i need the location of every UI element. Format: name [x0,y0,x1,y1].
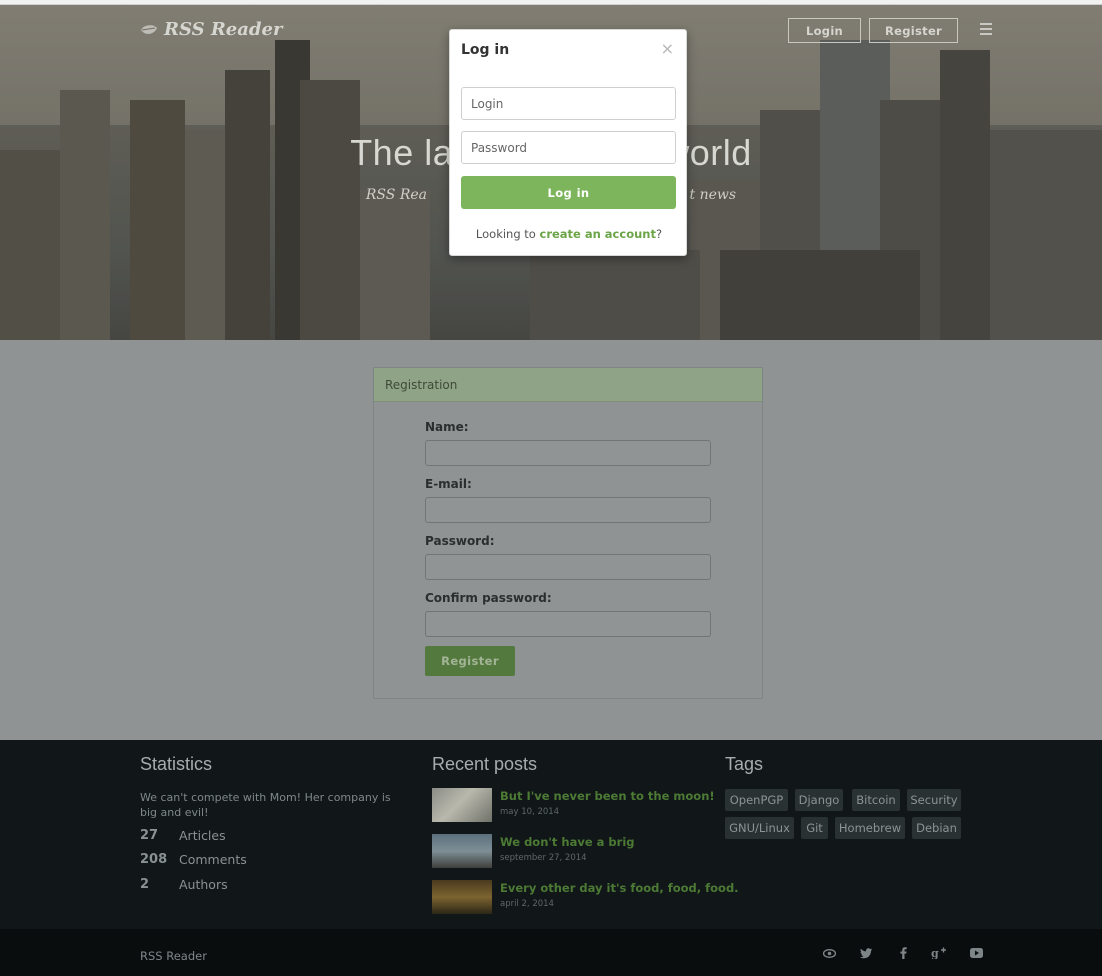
create-account-prompt: Looking to create an account? [450,227,688,241]
prompt-prefix: Looking to [475,227,540,241]
bottom-brand: RSS Reader [140,949,207,963]
tag[interactable]: Django [795,789,843,811]
create-account-link[interactable]: create an account [540,227,656,241]
bottom-bar: RSS Reader g [0,929,1102,976]
google-plus-icon[interactable]: g [931,946,947,960]
submit-register-button[interactable]: Register [425,646,515,676]
stat-label: Comments [179,852,247,867]
post-item[interactable]: We don't have a brig september 27, 2014 [432,834,635,868]
svg-text:g: g [931,947,939,959]
register-button[interactable]: Register [869,18,958,43]
stat-articles: 27 Articles [140,828,226,843]
stat-value: 27 [140,828,159,843]
post-date: may 10, 2014 [500,807,560,817]
prompt-suffix: ? [655,227,663,241]
stat-label: Articles [179,828,226,843]
leaf-icon [141,24,157,34]
post-item[interactable]: Every other day it's food, food, food. a… [432,880,739,914]
close-icon[interactable]: × [661,39,674,58]
stat-comments: 208 Comments [140,852,247,867]
facebook-icon[interactable] [895,946,911,960]
stat-authors: 2 Authors [140,877,228,892]
name-field[interactable] [425,440,711,466]
stat-value: 208 [140,852,168,867]
name-label: Name: [425,420,469,434]
stat-value: 2 [140,877,150,892]
tag[interactable]: Bitcoin [852,789,900,811]
brand-name: RSS Reader [164,19,283,40]
confirm-password-label: Confirm password: [425,591,552,605]
tag[interactable]: OpenPGP [725,789,788,811]
email-label: E-mail: [425,477,472,491]
brand-logo[interactable]: RSS Reader [140,19,282,40]
post-item[interactable]: But I've never been to the moon! may 10,… [432,788,715,822]
statistics-text: We can't compete with Mom! Her company i… [140,791,391,819]
tag[interactable]: GNU/Linux [725,817,794,839]
post-thumbnail[interactable] [432,834,492,868]
tag[interactable]: Homebrew [835,817,905,839]
hamburger-menu-icon[interactable] [980,23,992,35]
confirm-password-field[interactable] [425,611,711,637]
eye-icon[interactable] [821,946,837,960]
modal-login-button[interactable]: Log in [461,176,676,209]
login-button[interactable]: Login [788,18,861,43]
login-modal: Log in × Log in Looking to create an acc… [449,29,687,256]
post-thumbnail[interactable] [432,880,492,914]
twitter-icon[interactable] [858,946,874,960]
tag[interactable]: Security [907,789,961,811]
registration-title: Registration [374,368,762,402]
youtube-icon[interactable] [968,946,984,960]
email-field[interactable] [425,497,711,523]
modal-title: Log in [461,42,510,58]
post-title[interactable]: We don't have a brig [500,835,635,849]
post-title[interactable]: But I've never been to the moon! [500,789,715,803]
password-label: Password: [425,534,495,548]
login-input[interactable] [461,87,676,120]
recent-posts-title: Recent posts [432,754,538,774]
password-input[interactable] [461,131,676,164]
post-date: april 2, 2014 [500,899,554,909]
tag[interactable]: Debian [912,817,961,839]
tag[interactable]: Git [801,817,828,839]
post-thumbnail[interactable] [432,788,492,822]
password-field[interactable] [425,554,711,580]
post-title[interactable]: Every other day it's food, food, food. [500,881,739,895]
stat-label: Authors [179,877,228,892]
footer: Statistics We can't compete with Mom! He… [0,740,1102,929]
post-date: september 27, 2014 [500,853,587,863]
tags-title: Tags [725,754,764,774]
statistics-title: Statistics [140,754,213,774]
registration-panel: Registration Name: E-mail: Password: Con… [373,367,763,699]
